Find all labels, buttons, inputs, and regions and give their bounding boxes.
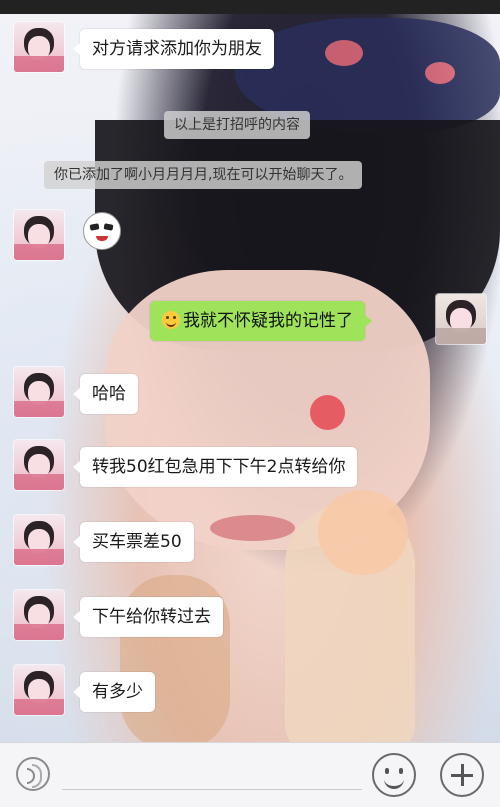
message-bubble[interactable]: 对方请求添加你为朋友	[73, 29, 274, 69]
sticker-face-icon[interactable]	[83, 212, 121, 250]
message-bubble[interactable]: 有多少	[73, 672, 155, 712]
contact-avatar[interactable]	[14, 210, 64, 260]
message-text: 有多少	[92, 682, 143, 702]
background-lips	[210, 515, 295, 541]
system-message-greeting: 以上是打招呼的内容	[164, 111, 310, 139]
contact-avatar[interactable]	[14, 515, 64, 565]
plus-icon[interactable]	[440, 753, 484, 797]
message-text: 对方请求添加你为朋友	[92, 39, 262, 59]
message-bubble[interactable]: 下午给你转过去	[73, 597, 223, 637]
input-toolbar	[0, 742, 500, 807]
background-blush	[310, 395, 345, 430]
contact-avatar[interactable]	[14, 22, 64, 72]
contact-avatar[interactable]	[14, 440, 64, 490]
message-input[interactable]	[62, 789, 362, 790]
message-text: 下午给你转过去	[92, 607, 211, 627]
smiley-icon	[162, 311, 180, 329]
status-bar	[0, 0, 500, 14]
my-avatar[interactable]	[436, 294, 486, 344]
contact-avatar[interactable]	[14, 665, 64, 715]
message-bubble[interactable]: 转我50红包急用下下午2点转给你	[72, 447, 358, 487]
message-bubble[interactable]: 买车票差50	[73, 522, 194, 562]
voice-icon[interactable]	[16, 757, 50, 791]
message-bubble[interactable]: 哈哈	[73, 374, 138, 414]
message-text: 我就不怀疑我的记性了	[183, 311, 353, 331]
message-text: 哈哈	[92, 384, 126, 404]
outgoing-message-bubble[interactable]: 我就不怀疑我的记性了	[150, 301, 372, 341]
emoji-icon[interactable]	[372, 753, 416, 797]
contact-avatar[interactable]	[14, 367, 64, 417]
background-doll-head	[318, 490, 408, 575]
message-text: 买车票差50	[92, 532, 182, 552]
system-message-added: 你已添加了啊小月月月月,现在可以开始聊天了。	[44, 161, 363, 189]
message-text: 转我50红包急用下下午2点转给你	[92, 457, 346, 477]
contact-avatar[interactable]	[14, 590, 64, 640]
